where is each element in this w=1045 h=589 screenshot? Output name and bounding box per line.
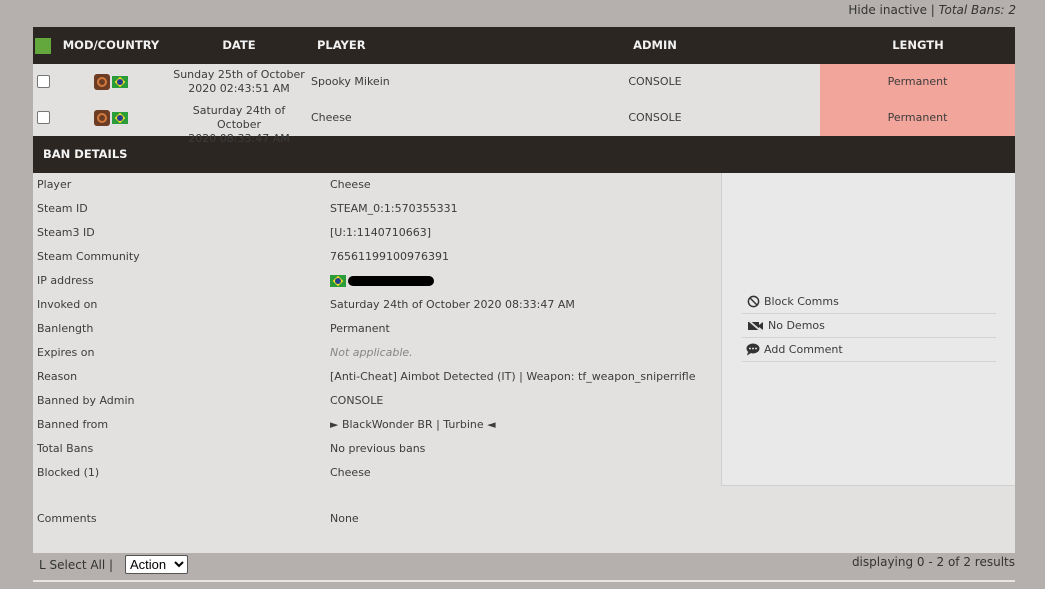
add-comment-action[interactable]: Add Comment [742,338,996,362]
detail-row-comments: Comments None [33,507,721,531]
row-checkbox[interactable] [37,111,50,124]
detail-value: No previous bans [330,442,426,455]
detail-key: Banlength [37,322,94,335]
detail-value: Cheese [330,178,371,191]
action-label: Add Comment [764,342,843,356]
detail-value: None [330,512,359,525]
header-date: DATE [222,38,256,52]
table-row[interactable]: Sunday 25th of October 2020 02:43:51 AM … [33,64,1015,100]
block-icon [746,295,760,309]
detail-key: Player [37,178,72,191]
bans-table: MOD/COUNTRY DATE PLAYER ADMIN LENGTH Sun… [33,27,1015,553]
ip-address-value [330,269,434,293]
detail-key: IP address [37,274,94,287]
player-cell: Spooky Mikein [311,75,390,88]
select-all-toggle[interactable] [33,27,53,64]
date-line-2: 2020 08:33:47 AM [188,132,290,145]
select-all-box[interactable] [35,37,51,54]
steam-community-link[interactable]: 76561199100976391 [330,245,449,269]
detail-key: Expires on [37,346,95,359]
header-length: LENGTH [892,38,944,52]
detail-row-banned-by: Banned by Admin CONSOLE [33,389,721,413]
detail-row-steam3-id: Steam3 ID [U:1:1140710663] [33,221,721,245]
date-cell: Sunday 25th of October 2020 02:43:51 AM [173,68,305,96]
brazil-flag-icon [112,76,128,88]
table-header: MOD/COUNTRY DATE PLAYER ADMIN LENGTH [33,27,1015,64]
detail-row-reason: Reason [Anti-Cheat] Aimbot Detected (IT)… [33,365,721,389]
detail-row-banned-from: Banned from ► BlackWonder BR | Turbine ◄ [33,413,721,437]
player-cell: Cheese [311,111,352,124]
date-line-1: Sunday 25th of October [173,68,305,81]
comment-icon [746,343,760,357]
action-list: Block Comms No Demos Add Comment [742,290,996,362]
hide-inactive-link[interactable]: Hide inactive [848,3,927,17]
action-label: No Demos [768,318,825,332]
separator: | [930,3,935,17]
detail-key: Blocked (1) [37,466,100,479]
admin-cell: CONSOLE [628,75,682,88]
detail-value: [Anti-Cheat] Aimbot Detected (IT) | Weap… [330,370,696,383]
detail-key: Comments [37,512,97,525]
top-bar: Hide inactive | Total Bans: 2 [848,3,1016,17]
length-cell: Permanent [820,100,1015,136]
detail-row-blocked: Blocked (1) Cheese [33,461,721,485]
header-player: PLAYER [317,38,366,52]
detail-value: Cheese [330,466,371,479]
results-count: displaying 0 - 2 of 2 results [851,555,1015,569]
detail-key: Total Bans [37,442,94,455]
detail-row-expires-on: Expires on Not applicable. [33,341,721,365]
detail-key: Reason [37,370,78,383]
date-line-1: Saturday 24th of October [192,104,286,131]
ban-actions-panel: Block Comms No Demos Add Comment [721,173,1015,486]
detail-key: Invoked on [37,298,98,311]
divider [33,580,1015,582]
table-footer: L Select All | Action displaying 0 - 2 o… [33,552,1015,580]
brazil-flag-icon [112,112,128,124]
detail-row-player: Player Cheese [33,173,721,197]
action-label: Block Comms [764,294,839,308]
ban-details-fields: Player Cheese Steam ID STEAM_0:1:5703553… [33,173,721,485]
date-line-2: 2020 02:43:51 AM [188,82,290,95]
detail-row-invoked-on: Invoked on Saturday 24th of October 2020… [33,293,721,317]
detail-row-banlength: Banlength Permanent [33,317,721,341]
detail-row-total-bans: Total Bans No previous bans [33,437,721,461]
block-comms-action[interactable]: Block Comms [742,290,996,314]
detail-value: STEAM_0:1:570355331 [330,202,458,215]
mod-country-cell [94,74,128,90]
detail-value: Saturday 24th of October 2020 08:33:47 A… [330,298,575,311]
detail-value: ► BlackWonder BR | Turbine ◄ [330,418,496,431]
total-bans: Total Bans: 2 [938,3,1016,17]
detail-key: Banned from [37,418,109,431]
no-video-icon [746,319,764,333]
detail-value: [U:1:1140710663] [330,226,432,239]
ban-details-panel: Player Cheese Steam ID STEAM_0:1:5703553… [33,173,1015,553]
action-select[interactable]: Action [125,555,188,574]
table-row[interactable]: Saturday 24th of October 2020 08:33:47 A… [33,100,1015,145]
date-cell: Saturday 24th of October 2020 08:33:47 A… [173,104,305,146]
brazil-flag-icon [330,275,346,287]
detail-value: CONSOLE [330,394,384,407]
detail-row-steam-community: Steam Community 76561199100976391 [33,245,721,269]
tf2-game-icon [94,110,110,126]
detail-value: Permanent [330,322,390,335]
detail-key: Steam ID [37,202,88,215]
header-admin: ADMIN [633,38,677,52]
mod-country-cell [94,110,128,126]
detail-value: Not applicable. [330,346,413,359]
no-demos-action[interactable]: No Demos [742,314,996,338]
admin-cell: CONSOLE [628,111,682,124]
tf2-game-icon [94,74,110,90]
detail-key: Steam Community [37,250,140,263]
header-mod-country: MOD/COUNTRY [62,38,160,52]
length-cell: Permanent [820,64,1015,100]
redacted-ip [348,276,434,286]
detail-row-ip-address: IP address [33,269,721,293]
select-all-link[interactable]: L Select All | [39,558,113,572]
detail-row-steam-id: Steam ID STEAM_0:1:570355331 [33,197,721,221]
detail-key: Banned by Admin [37,394,135,407]
detail-key: Steam3 ID [37,226,95,239]
row-checkbox[interactable] [37,75,50,88]
